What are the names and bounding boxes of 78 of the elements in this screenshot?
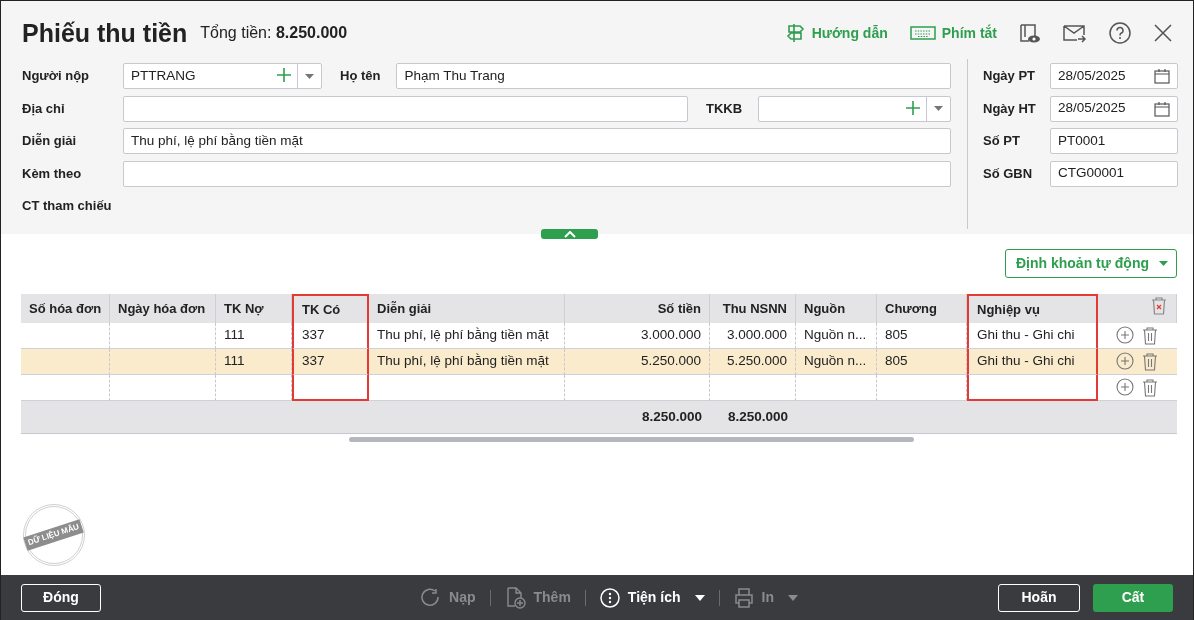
printer-icon [733,587,754,608]
total-cell: 8.250.000 [641,408,702,424]
field-label: TKKB [705,99,744,118]
table-cell: 5.250.000 [726,353,787,369]
keyboard-icon [909,24,936,42]
help-icon[interactable] [1109,22,1131,44]
field-label: Số GBN [983,164,1034,183]
table-cell: 111 [224,353,245,369]
add-row-icon[interactable] [1116,352,1135,371]
column-header: Diễn giải [369,294,565,323]
table-cell: 337 [302,353,325,369]
input-field[interactable]: Phạm Thu Trang [396,63,951,89]
close-button[interactable]: Đóng [21,583,101,612]
more-options-icon [599,587,620,608]
field-label: CT tham chiếu [22,197,113,216]
book-eye-icon[interactable] [1019,22,1041,44]
field-label: Ngày HT [983,99,1037,118]
input-field[interactable]: 28/05/2025 [1050,95,1178,122]
signpost-icon [785,23,806,43]
toolbar-button[interactable]: Tiện ích [599,587,681,608]
add-row-icon[interactable] [1116,378,1135,397]
form-title: Phiếu thu tiền [22,18,188,48]
cancel-button[interactable]: Hoãn [998,583,1080,612]
table-cell: 3.000.000 [726,327,787,343]
input-field[interactable] [758,95,951,122]
delete-all-icon[interactable] [1150,296,1168,316]
delete-row-icon[interactable] [1140,326,1159,345]
table-cell: 805 [885,327,908,343]
table-cell: 5.250.000 [640,353,701,369]
calendar-icon [1154,68,1170,84]
collapse-handle[interactable] [541,229,598,239]
input-field[interactable]: CTG00001 [1050,160,1178,187]
calendar-icon [1154,100,1170,117]
input-field[interactable]: Thu phí, lệ phí bằng tiền mặt [123,128,951,154]
input-field[interactable] [123,95,688,122]
table-cell: Thu phí, lệ phí bằng tiền mặt [377,327,549,343]
field-label: Số PT [983,132,1021,151]
mail-send-icon[interactable] [1063,22,1087,44]
column-header: Ngày hóa đơn [110,294,216,323]
column-header: Nghiệp vụ [967,294,1098,323]
refresh-icon [421,588,442,607]
table-cell: 337 [302,327,325,343]
input-field[interactable]: PTTRANG [123,63,322,89]
close-icon[interactable] [1153,23,1173,43]
table-cell: Ghi thu - Ghi chi [977,353,1075,369]
field-label: Người nộp [22,67,91,86]
column-header: TK Có [292,294,369,323]
table-cell: 805 [885,353,908,369]
dropdown-caret-icon [934,106,943,111]
file-add-icon [504,586,526,609]
column-header: Số hóa đơn [21,294,110,323]
dropdown-caret-icon [305,73,314,79]
delete-row-icon[interactable] [1140,378,1159,397]
table-cell: Nguồn n... [804,353,867,369]
table-cell: 111 [224,327,245,343]
delete-row-icon[interactable] [1140,352,1159,371]
table-cell: Nguồn n... [804,327,867,343]
input-field[interactable]: PT0001 [1050,128,1178,154]
input-field[interactable] [123,160,951,187]
table-cell: Thu phí, lệ phí bằng tiền mặt [377,353,549,369]
add-row-icon[interactable] [1116,326,1135,345]
field-label: Diễn giải [22,132,78,151]
column-header: Số tiền [565,294,710,323]
field-label: Ngày PT [983,67,1036,86]
caret-icon [1159,261,1168,266]
total-cell: 8.250.000 [727,408,788,424]
caret-icon[interactable] [694,594,705,601]
table-cell: Ghi thu - Ghi chi [977,327,1075,343]
total-amount: Tổng tiền: 8.250.000 [200,23,348,43]
field-label: Kèm theo [22,164,83,183]
column-header: Thu NSNN [710,294,796,323]
column-header: TK Nợ [216,294,292,323]
field-label: Họ tên [339,67,382,86]
column-header: Nguồn [796,294,877,323]
input-field[interactable]: 28/05/2025 [1050,63,1178,89]
table-cell: 3.000.000 [640,327,701,343]
column-header: Chương [877,294,967,323]
field-label: Địa chỉ [22,99,66,118]
